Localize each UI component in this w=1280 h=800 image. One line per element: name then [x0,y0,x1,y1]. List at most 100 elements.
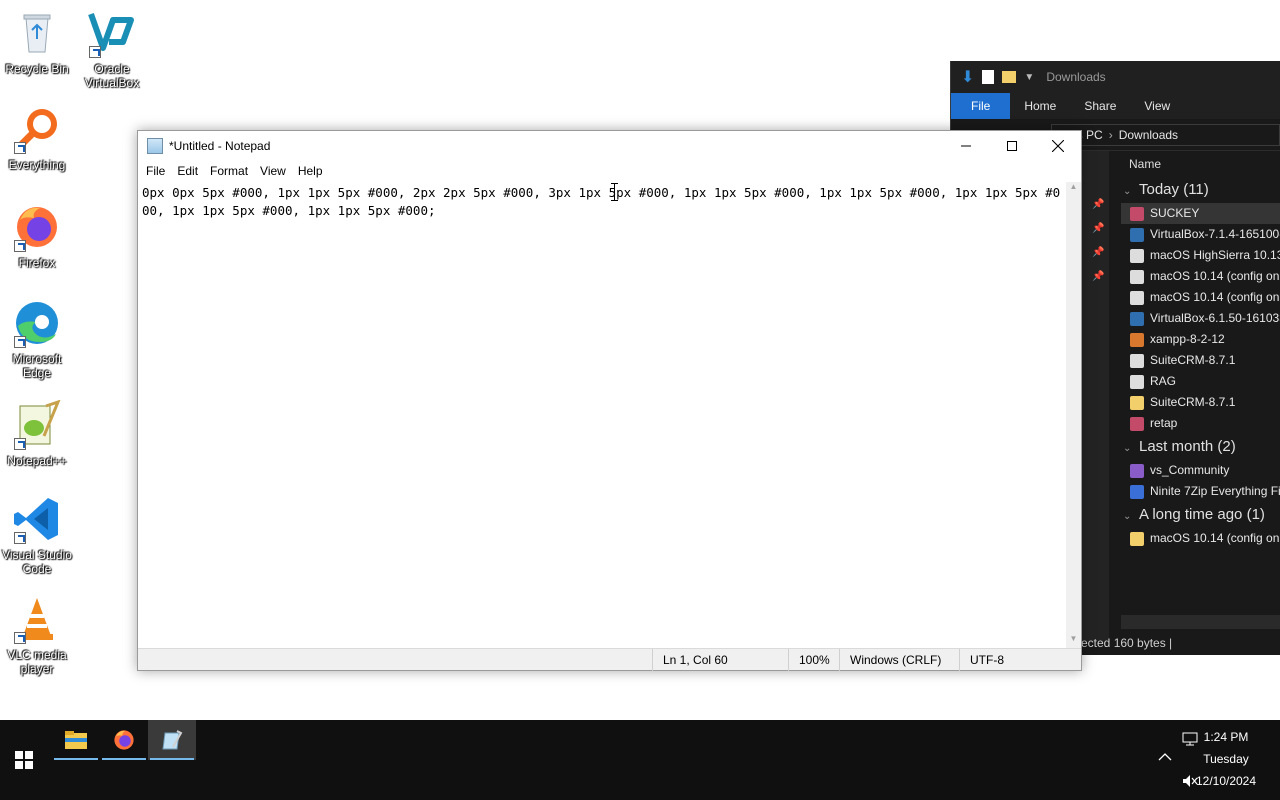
start-button[interactable] [0,720,48,800]
desktop-icon-firefox[interactable]: Firefox [0,202,74,270]
file-group-header[interactable]: ⌄ Today (11) [1121,177,1280,203]
file-row[interactable]: macOS 10.14 (config only [1121,528,1280,549]
file-row[interactable]: Ninite 7Zip Everything Fir [1121,481,1280,502]
file-row[interactable]: xampp-8-2-12 [1121,329,1280,350]
file-name: RAG [1150,374,1177,388]
maximize-button[interactable] [989,131,1035,161]
clock[interactable]: 1:24 PM Tuesday 12/10/2024 [1186,726,1266,792]
running-indicator [102,758,146,760]
file-group-label: A long time ago (1) [1139,506,1265,523]
desktop-icon-recycle-bin[interactable]: Recycle Bin [0,8,74,76]
file-list[interactable]: Name ⌄ Today (11) SUCKEY VirtualBox-7.1.4-1… [1121,151,1280,549]
desktop-icon-label: Visual Studio Code [2,548,72,576]
file-row[interactable]: VirtualBox-7.1.4-165100-Win [1121,224,1280,245]
menu-view[interactable]: View [254,164,292,178]
file-row[interactable]: macOS 10.14 (config only) [1121,266,1280,287]
file-name: SuiteCRM-8.7.1 [1150,353,1236,367]
status-encoding: UTF-8 [959,649,1079,671]
menu-help[interactable]: Help [292,164,329,178]
file-row[interactable]: macOS HighSierra 10.13_ [1121,245,1280,266]
notepadpp-icon [12,399,62,450]
chevron-down-icon[interactable]: ⌄ [1123,504,1133,530]
file-row[interactable]: macOS 10.14 (config only) [1121,287,1280,308]
scroll-down-icon[interactable]: ▼ [1066,634,1081,648]
desktop-icon-label: Recycle Bin [5,62,69,76]
desktop-icon-label: Notepad++ [7,454,67,468]
desktop-icon-vscode[interactable]: Visual Studio Code [0,494,74,576]
file-row[interactable]: vs_Community [1121,460,1280,481]
ribbon-tab-view[interactable]: View [1130,93,1184,119]
file-row[interactable]: VirtualBox-6.1.50-161033 [1121,308,1280,329]
file-name: macOS HighSierra 10.13_ [1150,248,1280,262]
ribbon-tab-share[interactable]: Share [1070,93,1130,119]
pin-icon: 📌 [1092,271,1105,282]
status-zoom: 100% [788,649,839,671]
file-name: VirtualBox-7.1.4-165100-Win [1150,227,1280,241]
close-icon [1052,140,1064,152]
shortcut-arrow-icon [14,336,26,348]
desktop-icon-virtualbox[interactable]: Oracle VirtualBox [75,8,149,90]
new-folder-icon[interactable] [1002,71,1017,83]
file-row[interactable]: RAG [1121,371,1280,392]
desktop-icon-vlc[interactable]: VLC media player [0,594,74,676]
file-name: retap [1150,416,1178,430]
vertical-scrollbar[interactable]: ▲ ▼ [1066,182,1081,648]
file-group-label: Today (11) [1139,181,1209,198]
file-name: macOS 10.14 (config only) [1150,269,1280,283]
show-hidden-icons-button[interactable] [1158,750,1172,765]
vscode-icon [12,494,62,544]
file-name: vs_Community [1150,463,1230,477]
column-header-name[interactable]: Name [1121,151,1280,177]
chevron-down-icon[interactable]: ⌄ [1123,179,1133,205]
desktop-icon-edge[interactable]: Microsoft Edge [0,298,74,380]
file-icon [1130,416,1144,431]
file-group-header[interactable]: ⌄ Last month (2) [1121,434,1280,460]
properties-icon[interactable] [982,70,995,84]
minimize-button[interactable] [943,131,989,161]
customize-toolbar-icon[interactable]: ▼ [1024,72,1034,83]
desktop-icon-notepadpp[interactable]: Notepad++ [0,399,74,468]
taskbar-file-explorer[interactable] [52,720,100,760]
scroll-up-icon[interactable]: ▲ [1066,182,1081,196]
file-icon [1130,353,1144,368]
shortcut-arrow-icon [14,438,26,450]
file-icon [1130,269,1144,284]
file-group-label: Last month (2) [1139,438,1236,455]
status-line-ending: Windows (CRLF) [839,649,959,671]
ribbon-tab-home[interactable]: Home [1010,93,1070,119]
menu-edit[interactable]: Edit [171,164,204,178]
notepad-window[interactable]: *Untitled - Notepad File Edit Format Vie… [137,130,1082,671]
firefox-icon [12,202,62,252]
breadcrumb[interactable]: This PC › Downloads [1051,123,1280,146]
pin-icon: 📌 [1092,199,1105,210]
chevron-down-icon[interactable]: ⌄ [1123,436,1133,462]
firefox-icon [114,730,134,750]
taskbar-notepad[interactable] [148,720,196,760]
file-row[interactable]: retap [1121,413,1280,434]
desktop-icon-everything[interactable]: Everything [0,104,74,172]
file-row[interactable]: SuiteCRM-8.7.1 [1121,392,1280,413]
breadcrumb-downloads[interactable]: Downloads [1119,128,1178,142]
file-group-header[interactable]: ⌄ A long time ago (1) [1121,502,1280,528]
file-icon [1130,374,1144,389]
menu-bar: File Edit Format View Help [138,161,1081,181]
notepad-titlebar[interactable]: *Untitled - Notepad [138,131,1081,161]
running-indicator [54,758,98,760]
text-editor[interactable]: 0px 0px 5px #000, 1px 1px 5px #000, 2px … [138,182,1068,648]
file-row[interactable]: SuiteCRM-8.7.1 [1121,350,1280,371]
maximize-icon [1007,141,1017,151]
horizontal-scrollbar[interactable] [1121,615,1280,629]
menu-file[interactable]: File [140,164,171,178]
file-row[interactable]: SUCKEY [1121,203,1280,224]
breadcrumb-separator-icon: › [1108,127,1113,142]
close-button[interactable] [1035,131,1081,161]
ribbon-tab-file[interactable]: File [951,93,1011,119]
file-name: xampp-8-2-12 [1150,332,1225,346]
virtualbox-icon [87,8,137,58]
file-icon [1130,248,1144,263]
taskbar-firefox[interactable] [100,720,148,760]
file-icon [1130,332,1144,347]
shortcut-arrow-icon [14,142,26,154]
shortcut-arrow-icon [89,46,101,58]
menu-format[interactable]: Format [204,164,254,178]
